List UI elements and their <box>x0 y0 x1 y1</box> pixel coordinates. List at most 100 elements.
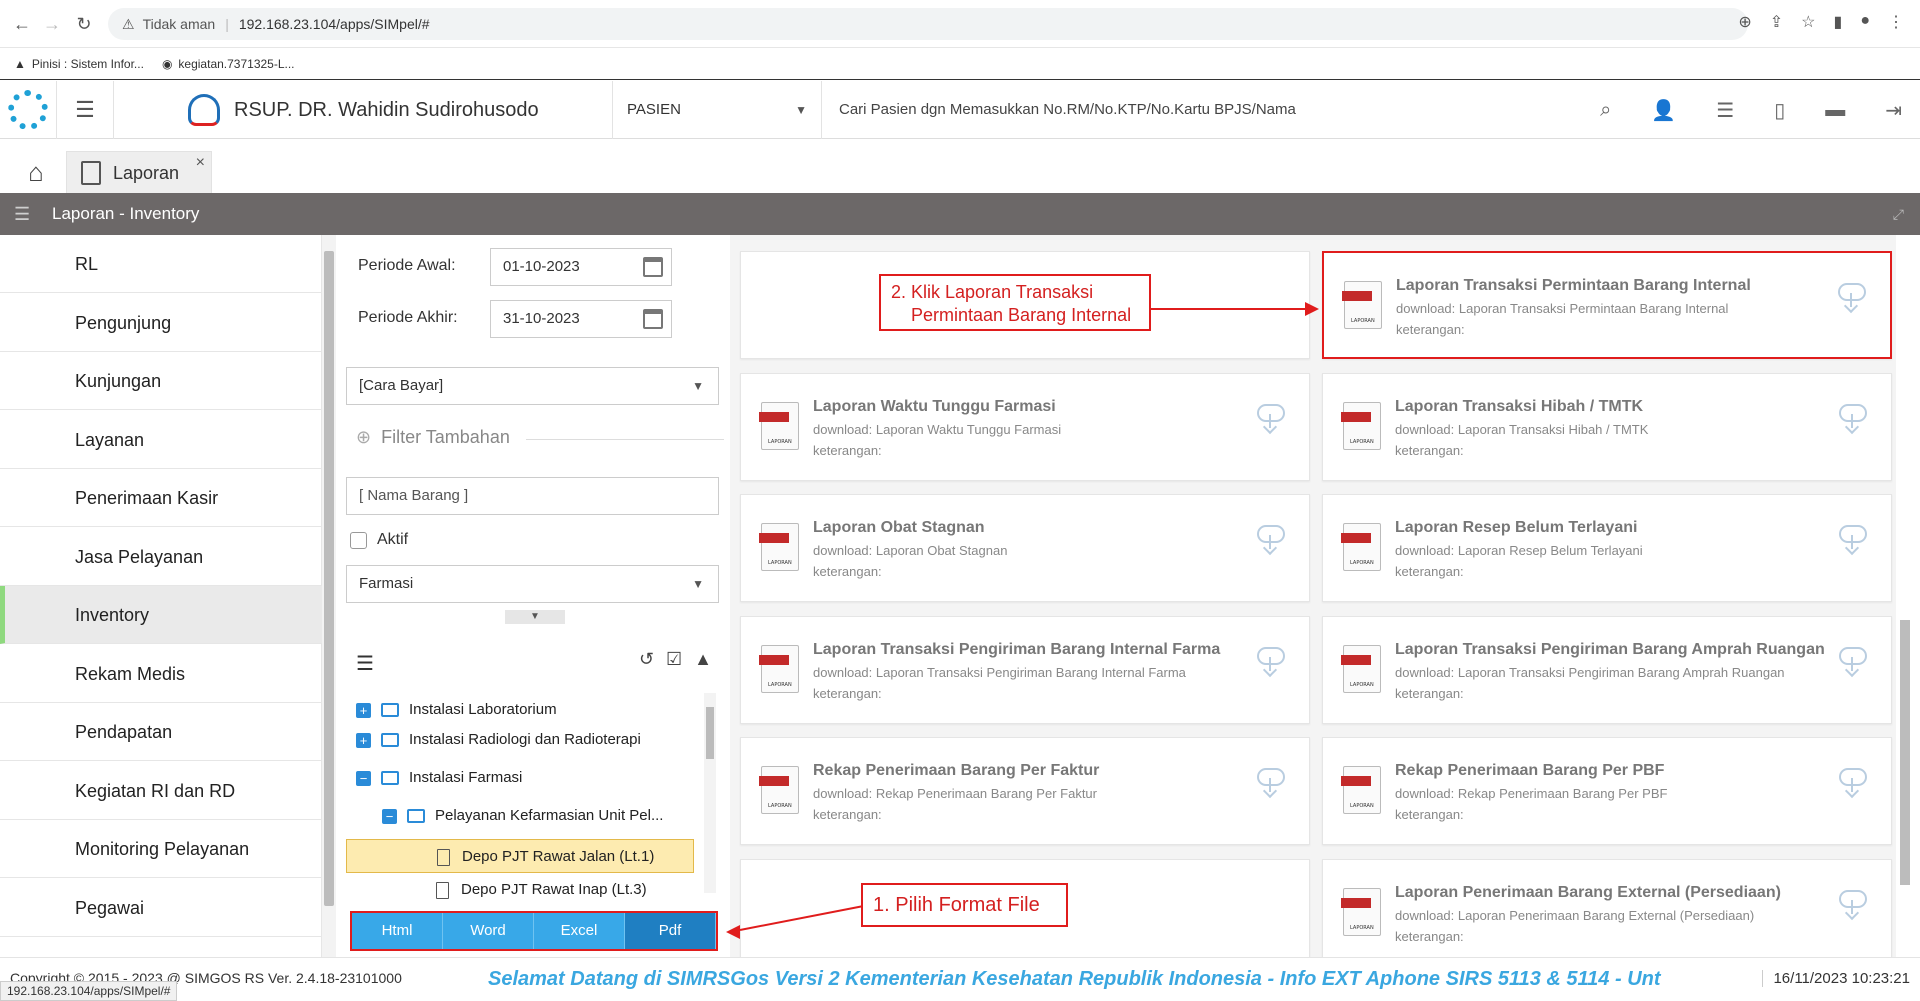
report-card[interactable]: Laporan Waktu Tunggu Farmasi download: La… <box>740 372 1310 481</box>
list-icon[interactable]: ☰ <box>356 651 374 676</box>
close-icon[interactable]: × <box>196 142 205 184</box>
share-icon[interactable]: ⇪ <box>1770 12 1783 32</box>
cloud-download-icon[interactable] <box>1257 403 1285 434</box>
sidebar-item-pendapatan[interactable]: Pendapatan <box>0 703 322 761</box>
reload-icon[interactable]: ↻ <box>72 12 96 36</box>
cloud-download-icon[interactable] <box>1839 646 1867 677</box>
search-category-select[interactable]: PASIEN ▼ <box>612 81 822 139</box>
reset-icon[interactable]: ↺ <box>639 649 654 670</box>
cloud-download-icon[interactable] <box>1839 403 1867 434</box>
zoom-icon[interactable]: ⊕ <box>1738 12 1751 32</box>
report-title[interactable]: Laporan Transaksi Pengiriman Barang Ampr… <box>1395 641 1825 659</box>
report-card[interactable]: Laporan Obat Stagnan download: Laporan Ob… <box>740 494 1310 602</box>
check-all-icon[interactable]: ☑ <box>666 649 682 670</box>
sidebar-item-layanan[interactable]: Layanan <box>0 411 322 469</box>
report-card[interactable]: Laporan Penerimaan Barang External (Pers… <box>1322 858 1892 957</box>
sidebar-scrollbar[interactable] <box>322 235 336 957</box>
bookmark-pinisi[interactable]: ▲ Pinisi : Sistem Infor... <box>14 57 144 71</box>
expand-plus-icon[interactable]: + <box>356 732 371 748</box>
report-card[interactable]: Laporan Resep Belum Terlayani download: L… <box>1322 494 1892 602</box>
collapse-toggle-icon[interactable]: ▼ <box>505 610 565 624</box>
sidebar-item-rl[interactable]: RL <box>0 235 322 293</box>
chevron-up-icon[interactable]: ▲ <box>694 649 712 670</box>
report-title[interactable]: Laporan Resep Belum Terlayani <box>1395 519 1637 537</box>
star-icon[interactable]: ☆ <box>1801 12 1815 32</box>
format-excel-button[interactable]: Excel <box>534 913 625 949</box>
report-card[interactable]: Rekap Penerimaan Barang Per PBF download:… <box>1322 737 1892 845</box>
report-title[interactable]: Laporan Transaksi Pengiriman Barang Inte… <box>813 641 1220 659</box>
expand-icon[interactable]: ⤢ <box>1893 193 1904 235</box>
format-word-button[interactable]: Word <box>443 913 534 949</box>
collapse-minus-icon[interactable]: − <box>356 770 371 786</box>
sidebar-item-kegiatan-ri-dan-rd[interactable]: Kegiatan RI dan RD <box>0 762 322 820</box>
aktif-checkbox[interactable]: Aktif <box>350 531 408 549</box>
forward-arrow-icon[interactable]: → <box>40 12 64 36</box>
report-title[interactable]: Laporan Penerimaan Barang External (Pers… <box>1395 884 1781 902</box>
profile-icon[interactable]: ● <box>1860 12 1870 32</box>
filter-tambahan-toggle[interactable]: ⊕ Filter Tambahan <box>356 427 724 448</box>
report-card[interactable]: Rekap Penerimaan Barang Per Faktur downlo… <box>740 737 1310 845</box>
cloud-download-icon[interactable] <box>1257 525 1285 556</box>
add-user-icon[interactable]: 👤 <box>1651 98 1676 123</box>
cloud-download-icon[interactable] <box>1839 525 1867 556</box>
calendar-icon[interactable] <box>643 257 663 277</box>
sidebar-item-jasa-pelayanan[interactable]: Jasa Pelayanan <box>0 528 322 586</box>
nama-barang-input[interactable]: [ Nama Barang ] <box>346 477 719 515</box>
report-title[interactable]: Rekap Penerimaan Barang Per Faktur <box>813 762 1099 780</box>
address-bar[interactable]: ⚠ Tidak aman | 192.168.23.104/apps/SIMpel/# <box>108 8 1748 40</box>
menu-dots-icon[interactable]: ⋮ <box>1888 12 1904 32</box>
cloud-download-icon[interactable] <box>1839 889 1867 920</box>
back-arrow-icon[interactable]: ← <box>10 12 34 36</box>
sidebar-item-kunjungan[interactable]: Kunjungan <box>0 352 322 410</box>
panel-menu-icon[interactable]: ☰ <box>14 193 30 235</box>
sidebar-item-rekam-medis[interactable]: Rekam Medis <box>0 645 322 703</box>
logout-icon[interactable]: ⇥ <box>1885 98 1902 123</box>
bookmark-kegiatan[interactable]: ◉ kegiatan.7371325-L... <box>162 57 295 71</box>
tree-node[interactable]: Depo PJT Rawat Jalan (Lt.1) <box>346 839 694 873</box>
cloud-download-icon[interactable] <box>1257 646 1285 677</box>
app-logo[interactable] <box>0 81 56 139</box>
expand-plus-icon[interactable]: + <box>356 702 371 718</box>
hamburger-menu-icon[interactable]: ☰ <box>56 81 114 139</box>
cara-bayar-select[interactable]: [Cara Bayar] ▼ <box>346 367 719 405</box>
home-icon[interactable]: ⌂ <box>18 157 54 187</box>
patient-search-input[interactable]: Cari Pasien dgn Memasukkan No.RM/No.KTP/… <box>839 81 1296 139</box>
sidebar-item-pengunjung[interactable]: Pengunjung <box>0 294 322 352</box>
sidebar-item-monitoring-pelayanan[interactable]: Monitoring Pelayanan <box>0 820 322 878</box>
tab-laporan[interactable]: Laporan × <box>66 151 212 193</box>
report-card[interactable]: Laporan Transaksi Permintaan Barang Inte… <box>1322 251 1892 359</box>
cloud-download-icon[interactable] <box>1838 283 1866 314</box>
tree-node[interactable]: − Instalasi Farmasi <box>356 761 522 795</box>
cloud-download-icon[interactable] <box>1839 768 1867 799</box>
sidebar-item-inventory[interactable]: Inventory <box>0 586 322 644</box>
tree-node[interactable]: + Instalasi Laboratorium <box>356 693 557 727</box>
unit-select[interactable]: Farmasi ▼ <box>346 565 719 603</box>
tree-node[interactable]: Depo PJT Rawat Inap (Lt.3) <box>346 873 694 903</box>
search-icon[interactable]: ⌕ <box>1600 99 1611 122</box>
sidepanel-icon[interactable]: ▮ <box>1834 12 1843 32</box>
sidebar-item-pegawai[interactable]: Pegawai <box>0 879 322 937</box>
list-icon[interactable]: ☰ <box>1716 98 1734 123</box>
cloud-download-icon[interactable] <box>1257 768 1285 799</box>
periode-awal-input[interactable]: 01-10-2023 <box>490 248 672 286</box>
report-card[interactable]: Laporan Transaksi Pengiriman Barang Ampr… <box>1322 615 1892 724</box>
report-title[interactable]: Laporan Transaksi Permintaan Barang Inte… <box>1396 277 1751 295</box>
report-card[interactable]: Laporan Transaksi Hibah / TMTK download: … <box>1322 372 1892 481</box>
calendar-icon[interactable] <box>643 309 663 329</box>
report-card[interactable]: Laporan Transaksi Pengiriman Barang Inte… <box>740 615 1310 724</box>
tree-node[interactable]: − Pelayanan Kefarmasian Unit Pel... <box>382 799 663 833</box>
periode-akhir-input[interactable]: 31-10-2023 <box>490 300 672 338</box>
tree-scrollbar[interactable] <box>704 693 716 893</box>
pdf-file-icon[interactable]: ▯ <box>1774 98 1785 123</box>
format-html-button[interactable]: Html <box>352 913 443 949</box>
collapse-minus-icon[interactable]: − <box>382 808 397 824</box>
reports-scrollbar[interactable] <box>1896 235 1912 957</box>
report-title[interactable]: Laporan Waktu Tunggu Farmasi <box>813 398 1056 416</box>
checkbox-box[interactable] <box>350 531 367 549</box>
format-pdf-button[interactable]: Pdf <box>625 913 716 949</box>
tree-node[interactable]: + Instalasi Radiologi dan Radioterapi <box>356 723 641 757</box>
sidebar-item-penerimaan-kasir[interactable]: Penerimaan Kasir <box>0 469 322 527</box>
folder-icon[interactable]: ▬ <box>1825 99 1845 122</box>
report-title[interactable]: Laporan Obat Stagnan <box>813 519 985 537</box>
report-title[interactable]: Laporan Transaksi Hibah / TMTK <box>1395 398 1643 416</box>
